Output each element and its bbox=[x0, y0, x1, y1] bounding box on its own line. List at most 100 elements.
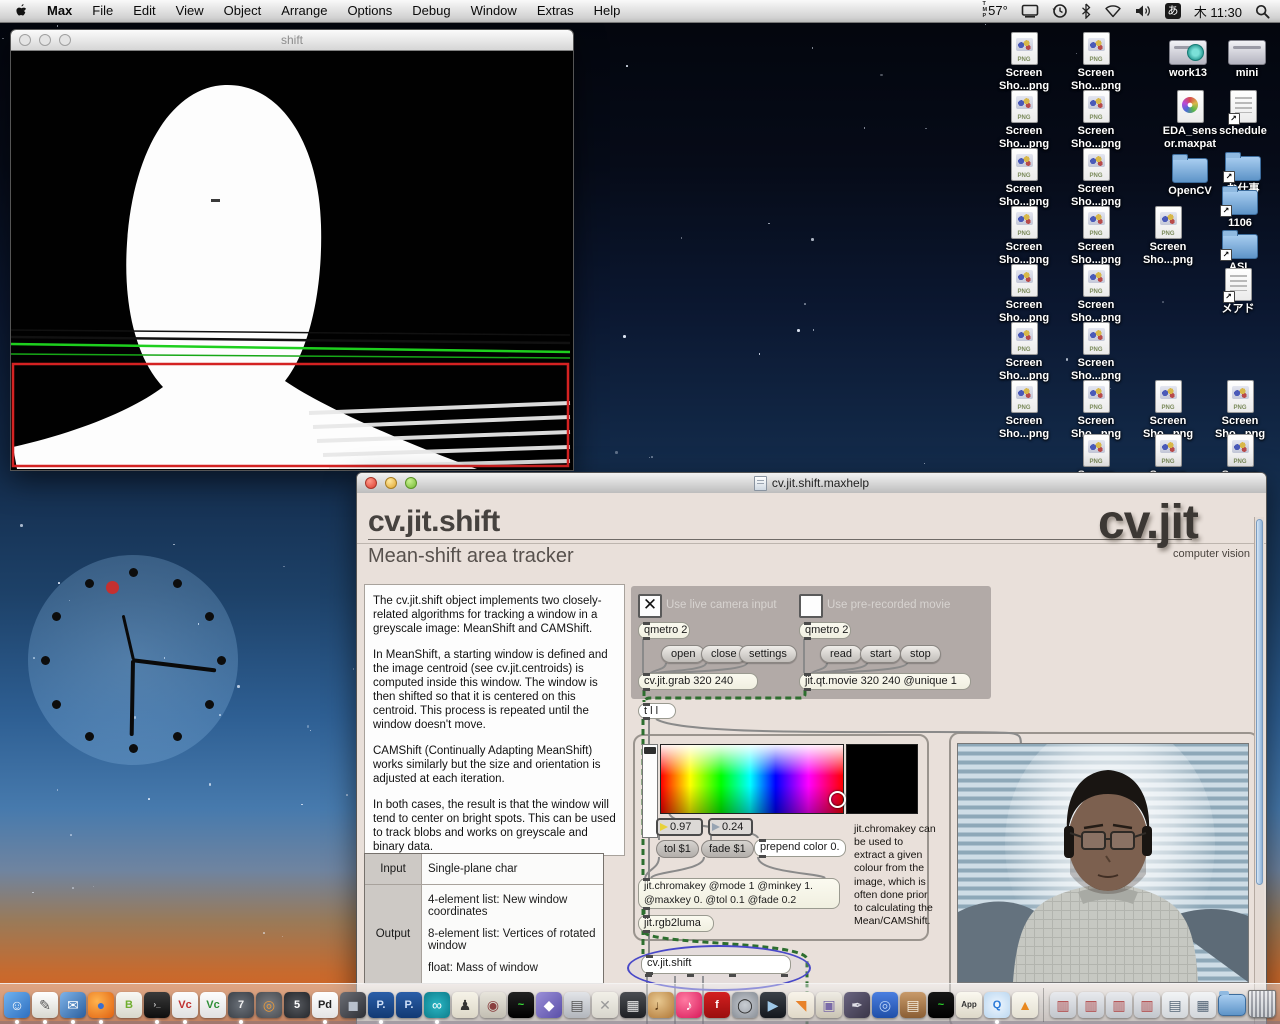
dock-folder[interactable] bbox=[1218, 994, 1246, 1016]
slider-knob[interactable] bbox=[644, 747, 656, 754]
shift-window-titlebar[interactable]: shift bbox=[11, 30, 573, 51]
maxhelp-titlebar[interactable]: cv.jit.shift.maxhelp bbox=[357, 473, 1266, 494]
desktop-icon[interactable]: PNG Screen Sho...png bbox=[1060, 148, 1132, 208]
shift-window[interactable]: shift bbox=[10, 29, 574, 471]
fan-tool[interactable]: ✕ bbox=[592, 992, 618, 1018]
desktop-icon[interactable]: PNG Screen Sho...png bbox=[1060, 90, 1132, 150]
ink-tool[interactable]: ✒ bbox=[844, 992, 870, 1018]
menu-item[interactable]: Debug bbox=[402, 3, 460, 18]
desktop-icon[interactable]: PNG Screen Sho...png bbox=[1132, 380, 1204, 440]
qmetro-box-left[interactable]: qmetro 2 bbox=[638, 622, 690, 639]
penguin-tool[interactable]: ♟ bbox=[452, 992, 478, 1018]
movie-button[interactable]: read bbox=[820, 645, 862, 663]
processing-a[interactable]: P. bbox=[368, 992, 394, 1018]
movie-button[interactable]: stop bbox=[900, 645, 941, 663]
menu-item[interactable]: File bbox=[82, 3, 123, 18]
loop-tool[interactable]: ◎ bbox=[256, 992, 282, 1018]
desktop-icon[interactable]: PNG Screen Sho...png bbox=[1060, 206, 1132, 266]
apple-menu[interactable] bbox=[10, 3, 37, 19]
cvjit-grab-object[interactable]: cv.jit.grab 320 240 bbox=[638, 673, 758, 690]
menu-item[interactable]: Object bbox=[214, 3, 272, 18]
menu-item[interactable]: Extras bbox=[527, 3, 584, 18]
desktop-icon[interactable]: PNG メアド bbox=[1202, 268, 1274, 316]
desktop-icon[interactable]: PNG Screen Sho...png bbox=[988, 322, 1060, 382]
swatch-cursor[interactable] bbox=[829, 791, 846, 808]
vlc[interactable]: ▲ bbox=[1012, 992, 1038, 1018]
volume-icon[interactable] bbox=[1135, 4, 1152, 18]
time-machine-icon[interactable] bbox=[1052, 3, 1068, 19]
spectrum[interactable]: ~ bbox=[928, 992, 954, 1018]
min-doc[interactable]: ▤ bbox=[1162, 992, 1188, 1018]
keychain[interactable]: ◉ bbox=[480, 992, 506, 1018]
close-button[interactable] bbox=[19, 34, 31, 46]
itunes[interactable]: ♪ bbox=[676, 992, 702, 1018]
headset[interactable]: ◯ bbox=[732, 992, 758, 1018]
imovie[interactable]: ▶ bbox=[760, 992, 786, 1018]
blue-grid[interactable]: ◎ bbox=[872, 992, 898, 1018]
dock-divider[interactable] bbox=[1040, 992, 1048, 1018]
cvjit-shift-object[interactable]: cv.jit.shift bbox=[641, 955, 791, 974]
desktop-icon[interactable]: PNG Screen Sho...png bbox=[988, 206, 1060, 266]
desktop-icon[interactable]: PNG Screen Sho...png bbox=[988, 380, 1060, 440]
menu-clock[interactable]: 木 11:30 bbox=[1194, 2, 1242, 21]
jit-rgb2luma-object[interactable]: jit.rgb2luma bbox=[638, 915, 714, 932]
photo-stack[interactable]: ▣ bbox=[816, 992, 842, 1018]
display-icon[interactable] bbox=[1021, 4, 1039, 19]
jit-chromakey-object[interactable]: jit.chromakey @mode 1 @minkey 1. @maxkey… bbox=[638, 878, 840, 909]
temperature-indicator[interactable]: T M P 57° bbox=[983, 2, 1008, 19]
terminal[interactable]: ›_ bbox=[144, 992, 170, 1018]
desktop-icon[interactable]: PNG Screen Sho...png bbox=[1204, 380, 1276, 440]
min-window-4[interactable]: ▥ bbox=[1134, 992, 1160, 1018]
desktop-icon[interactable]: PNG Screen Sho...png bbox=[1060, 264, 1132, 324]
quicktime[interactable]: Q bbox=[984, 992, 1010, 1018]
prepend-color-message[interactable]: prepend color 0. bbox=[754, 839, 846, 857]
wifi-icon[interactable] bbox=[1104, 4, 1122, 18]
finder[interactable]: ☺ bbox=[4, 992, 30, 1018]
midi-keyboard[interactable]: ▦ bbox=[620, 992, 646, 1018]
zoom-button[interactable] bbox=[59, 34, 71, 46]
menu-item[interactable]: Options bbox=[337, 3, 402, 18]
movie-button[interactable]: start bbox=[860, 645, 901, 663]
input-method-badge[interactable]: あ bbox=[1165, 3, 1181, 19]
bibdesk[interactable]: B bbox=[116, 992, 142, 1018]
desktop-icon[interactable]: PNG schedule bbox=[1207, 90, 1279, 138]
prerecorded-movie-checkbox[interactable] bbox=[799, 594, 823, 618]
desktop-icon[interactable]: PNG 1106 bbox=[1204, 182, 1276, 230]
menu-item[interactable]: Help bbox=[584, 3, 631, 18]
fox-tool[interactable]: ◥ bbox=[788, 992, 814, 1018]
menu-item[interactable]: Arrange bbox=[271, 3, 337, 18]
jit-qtmovie-object[interactable]: jit.qt.movie 320 240 @unique 1 bbox=[799, 673, 971, 690]
firefox[interactable]: ● bbox=[88, 992, 114, 1018]
spotlight-icon[interactable] bbox=[1255, 4, 1270, 19]
desktop-icon[interactable]: PNG Screen Sho...png bbox=[988, 32, 1060, 92]
desktop-icon[interactable]: PNG Screen Sho...png bbox=[1060, 32, 1132, 92]
min-window-1[interactable]: ▥ bbox=[1050, 992, 1076, 1018]
vnc-viewer[interactable]: Vc bbox=[200, 992, 226, 1018]
trash[interactable] bbox=[1248, 990, 1276, 1018]
arduino[interactable]: ∞ bbox=[424, 992, 450, 1018]
zoom-button[interactable] bbox=[405, 477, 417, 489]
vnc-server[interactable]: Vc bbox=[172, 992, 198, 1018]
tolerance-numberbox[interactable]: 0.97 bbox=[656, 818, 703, 836]
close-button[interactable] bbox=[365, 477, 377, 489]
desktop-icon[interactable]: PNG Screen Sho...png bbox=[1060, 322, 1132, 382]
color-swatch[interactable] bbox=[660, 744, 844, 814]
app-marker[interactable]: App bbox=[956, 992, 982, 1018]
desktop-icon[interactable]: PNG Screen Sho...png bbox=[988, 148, 1060, 208]
desktop-icon[interactable]: PNG Screen Sho...png bbox=[1132, 206, 1204, 266]
menu-item[interactable]: View bbox=[166, 3, 214, 18]
jitter-cube[interactable]: ◼ bbox=[340, 992, 366, 1018]
menu-item[interactable]: Edit bbox=[123, 3, 165, 18]
min-grid[interactable]: ▦ bbox=[1190, 992, 1216, 1018]
desktop-icon[interactable]: PNG mini bbox=[1211, 32, 1280, 80]
bluetooth-icon[interactable] bbox=[1081, 3, 1091, 19]
fade-message[interactable]: fade $1 bbox=[701, 840, 754, 858]
camera-button[interactable]: open bbox=[661, 645, 705, 663]
qmetro-box-right[interactable]: qmetro 2 bbox=[799, 622, 851, 639]
iterm[interactable]: 7 bbox=[228, 992, 254, 1018]
menu-item[interactable]: Max bbox=[37, 3, 82, 18]
flash[interactable]: f bbox=[704, 992, 730, 1018]
desktop-icon[interactable]: PNG Screen Sho...png bbox=[988, 90, 1060, 150]
grapher[interactable]: ◆ bbox=[536, 992, 562, 1018]
desktop-icon[interactable]: PNG Screen Sho...png bbox=[988, 264, 1060, 324]
